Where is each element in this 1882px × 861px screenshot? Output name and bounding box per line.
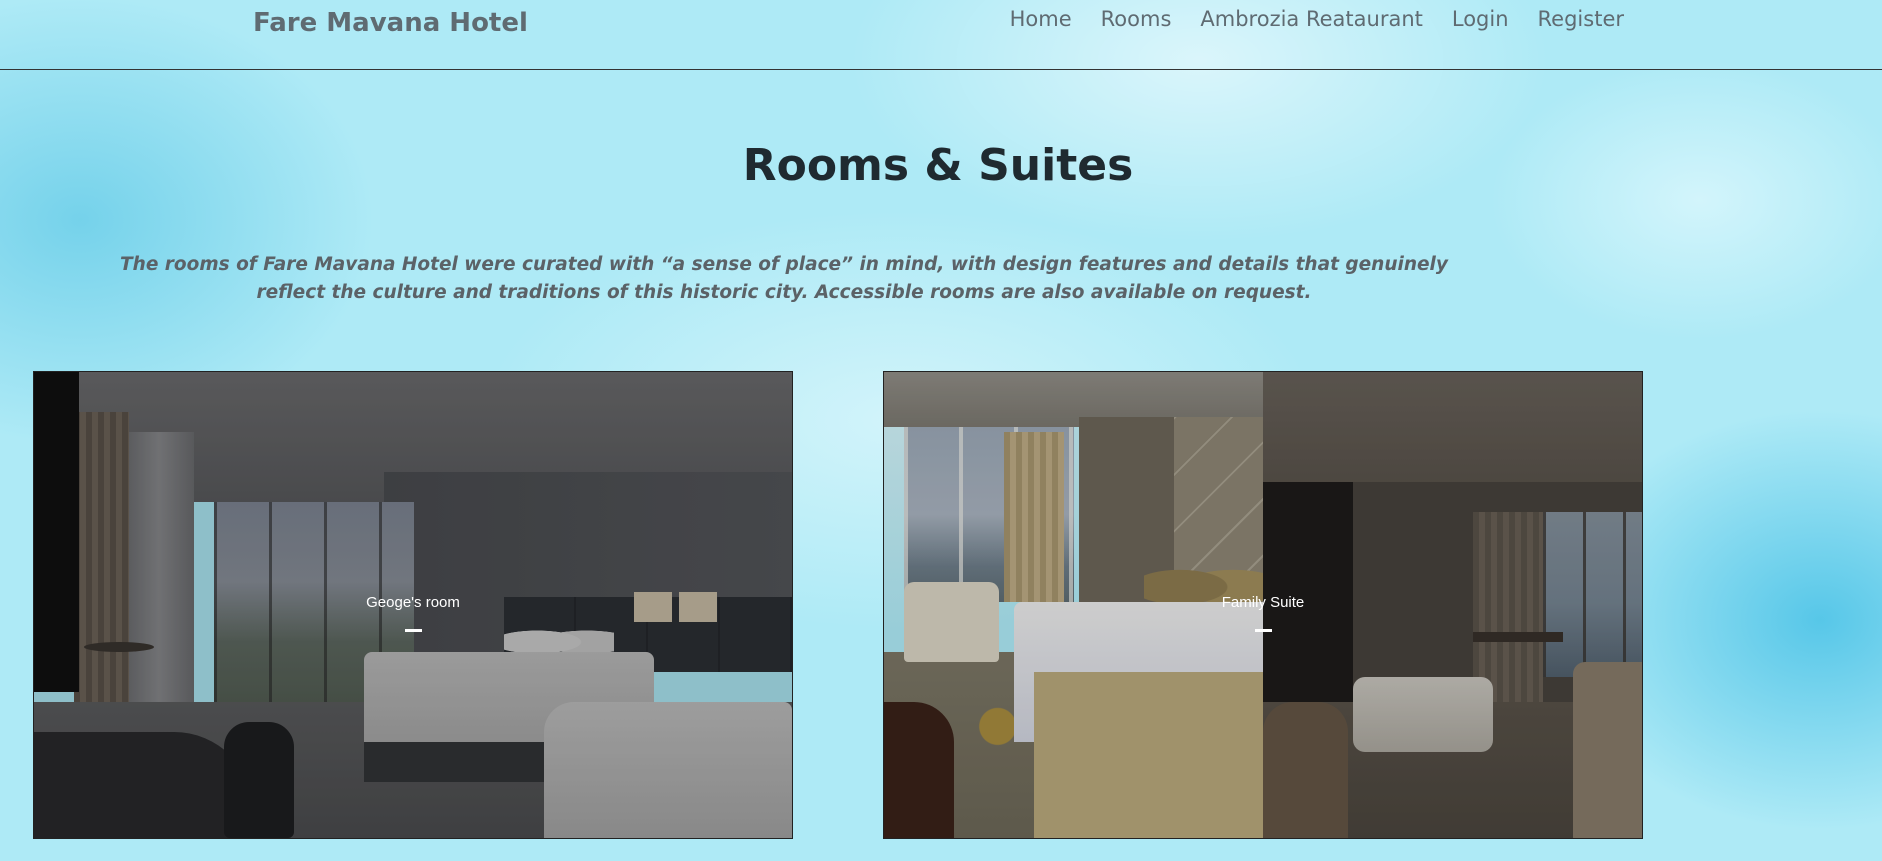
room-caption: Geoge's room — [366, 594, 460, 611]
nav-item-login: Login — [1452, 7, 1509, 31]
nav-item-rooms: Rooms — [1101, 7, 1172, 31]
top-navbar: Fare Mavana Hotel Home Rooms Ambrozia Re… — [0, 0, 1882, 70]
nav-link-rooms[interactable]: Rooms — [1101, 7, 1172, 31]
room-caption: Family Suite — [1221, 594, 1305, 611]
page-title: Rooms & Suites — [742, 140, 1134, 191]
carousel-indicator[interactable] — [1255, 629, 1272, 632]
room-card-georges-room[interactable]: Geoge's room — [33, 371, 793, 839]
nav-menu: Home Rooms Ambrozia Reataurant Login Reg… — [1010, 7, 1624, 31]
nav-item-register: Register — [1538, 7, 1624, 31]
nav-item-restaurant: Ambrozia Reataurant — [1200, 7, 1422, 31]
room-card-family-suite[interactable]: Family Suite — [883, 371, 1643, 839]
intro-paragraph: The rooms of Fare Mavana Hotel were cura… — [120, 254, 1448, 303]
nav-link-login[interactable]: Login — [1452, 7, 1509, 31]
nav-link-restaurant[interactable]: Ambrozia Reataurant — [1200, 7, 1422, 31]
nav-link-home[interactable]: Home — [1010, 7, 1072, 31]
carousel-indicator[interactable] — [405, 629, 422, 632]
nav-link-register[interactable]: Register — [1538, 7, 1624, 31]
nav-item-home: Home — [1010, 7, 1072, 31]
brand-logo[interactable]: Fare Mavana Hotel — [253, 8, 528, 38]
